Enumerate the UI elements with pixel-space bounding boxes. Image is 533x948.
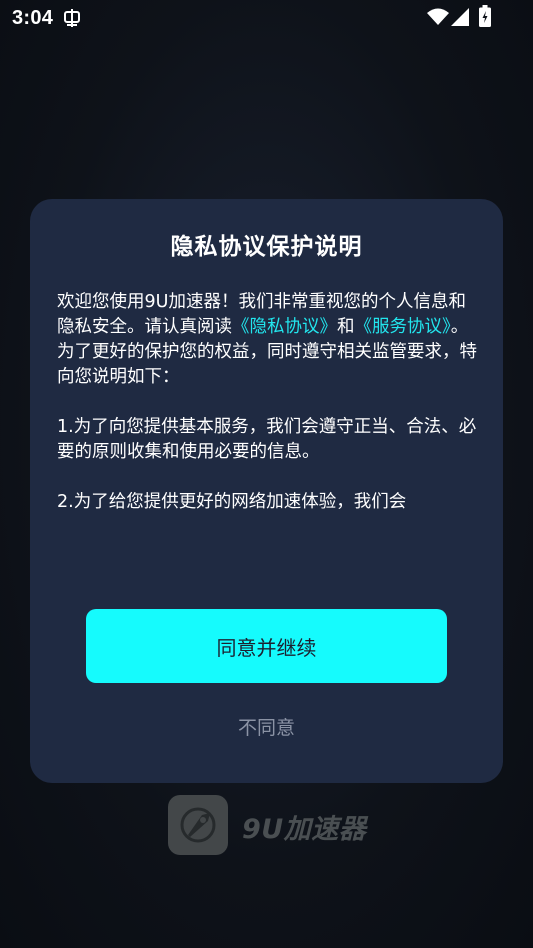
agree-and-continue-button[interactable]: 同意并继续 <box>86 609 447 683</box>
privacy-policy-link[interactable]: 《隐私协议》 <box>232 317 337 337</box>
app-name: 9U加速器 <box>242 814 367 845</box>
dialog-body: 欢迎您使用9U加速器！我们非常重视您的个人信息和隐私安全。请认真阅读《隐私协议》… <box>57 290 477 515</box>
signal-icon <box>451 8 469 30</box>
notification-icon <box>62 8 82 28</box>
privacy-dialog: 隐私协议保护说明 欢迎您使用9U加速器！我们非常重视您的个人信息和隐私安全。请认… <box>30 199 503 783</box>
app-logo: 9U加速器 <box>168 795 380 855</box>
service-agreement-link[interactable]: 《服务协议》 <box>355 317 451 337</box>
and-text: 和 <box>337 317 355 337</box>
item-2-text: 2.为了给您提供更好的网络加速体验，我们会 <box>57 492 407 512</box>
dialog-title: 隐私协议保护说明 <box>170 234 363 260</box>
item-1-text: 1.为了向您提供基本服务，我们会遵守正当、合法、必要的原则收集和使用必要的信息。 <box>57 417 477 462</box>
status-bar: 3:04 <box>0 0 533 36</box>
status-time: 3:04 <box>12 7 54 29</box>
intro-paragraph: 欢迎您使用9U加速器！我们非常重视您的个人信息和隐私安全。请认真阅读《隐私协议》… <box>57 290 477 390</box>
disagree-button[interactable]: 不同意 <box>30 713 503 740</box>
rocket-icon <box>168 795 228 855</box>
battery-icon <box>479 5 491 31</box>
wifi-icon <box>427 8 449 30</box>
